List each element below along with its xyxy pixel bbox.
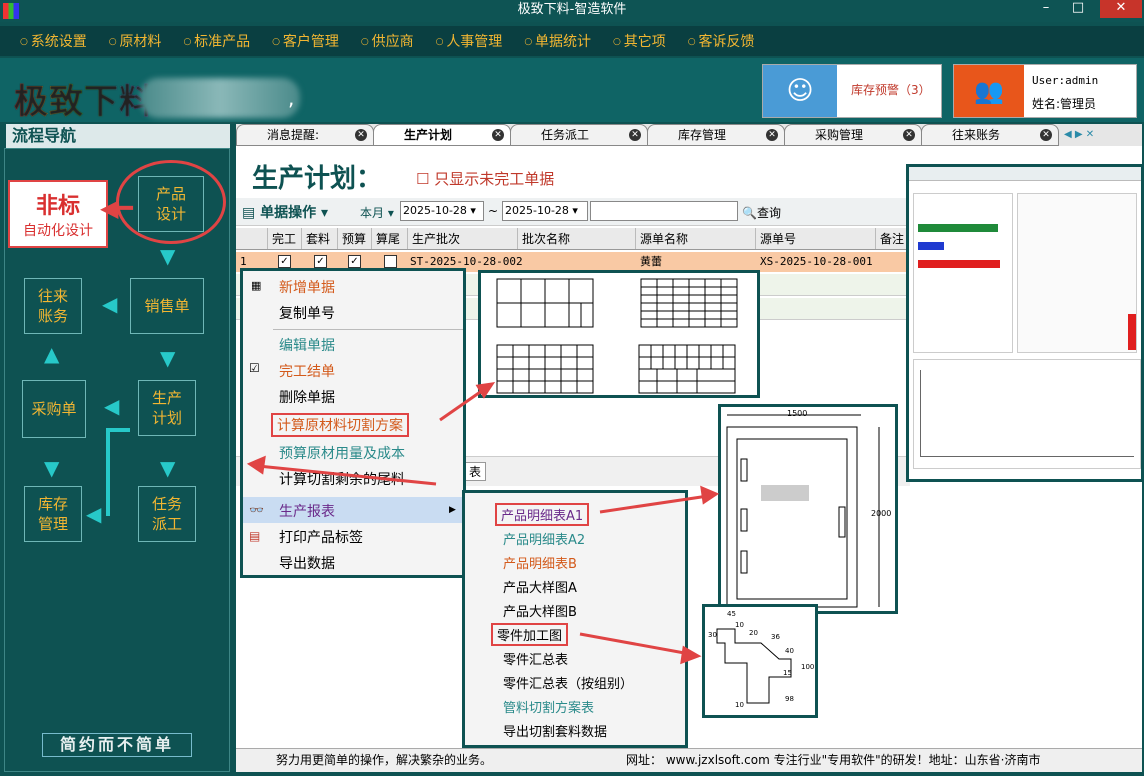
status-right: 网址： www.jzxlsoft.com 专注行业"专用软件"的研发！地址：山东… bbox=[626, 753, 1041, 767]
statusbar: 努力用更简单的操作，解决繁杂的业务。 网址： www.jzxlsoft.com … bbox=[236, 748, 1142, 772]
annotation-arrows bbox=[246, 382, 720, 665]
status-left: 努力用更简单的操作，解决繁杂的业务。 bbox=[276, 753, 493, 767]
